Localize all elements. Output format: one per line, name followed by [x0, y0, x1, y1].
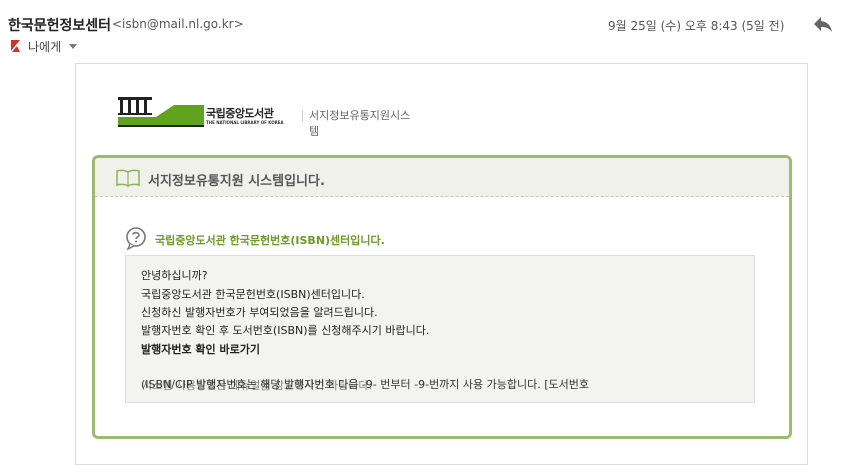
question-bubble-icon: [126, 227, 146, 250]
notice-box-title: 서지정보유통지원 시스템입니다.: [148, 174, 325, 189]
logo-korean-text: 국립중앙도서관: [206, 107, 274, 120]
logo-english-text: THE NATIONAL LIBRARY OF KOREA: [206, 120, 284, 125]
notice-box: 서지정보유통지원 시스템입니다. 국립중앙도서관 한국문헌번호(ISBN)센터입…: [92, 155, 792, 439]
email-body: 국립중앙도서관 THE NATIONAL LIBRARY OF KOREA 서지…: [75, 63, 808, 465]
notice-box-header: 서지정보유통지원 시스템입니다.: [95, 158, 789, 197]
sender-email: <isbn@mail.nl.go.kr>: [112, 17, 244, 31]
sender-name[interactable]: 한국문헌정보센터: [8, 15, 111, 35]
message-box: 안녕하십니까? 국립중앙도서관 한국문헌번호(ISBN)센터입니다. 신청하신 …: [125, 255, 755, 403]
email-date: 9월 25일 (수) 오후 8:43 (5일 전): [608, 19, 785, 33]
library-logo: 국립중앙도서관 THE NATIONAL LIBRARY OF KOREA 서지…: [116, 95, 416, 138]
reply-icon: [814, 17, 832, 32]
library-building-icon: [118, 97, 204, 127]
greeting-text: 안녕하십니까?: [141, 269, 208, 282]
message-line: 발행자번호 확인 후 도서번호(ISBN)를 신청해주시기 바랍니다.: [141, 324, 430, 337]
recipient-label: 나에게: [28, 39, 62, 54]
message-line: 국립중앙도서관 한국문헌번호(ISBN)센터입니다.: [141, 288, 365, 301]
reply-button[interactable]: [808, 11, 838, 37]
email-header: 한국문헌정보센터 <isbn@mail.nl.go.kr> 9월 25일 (수)…: [0, 0, 862, 60]
importance-marker-icon[interactable]: [10, 39, 22, 53]
message-line: 신청하신 발행자번호가 부여되었음을 알려드립니다.: [141, 306, 378, 319]
logo-divider: [302, 110, 303, 122]
recipient-row: 나에게: [10, 37, 78, 55]
message-line-overlap: 시스템 사용방법은 메뉴얼을 참고하시기 바랍니다.: [142, 379, 373, 392]
publisher-number-link[interactable]: 발행자번호 확인 바로가기: [141, 341, 260, 357]
center-title: 국립중앙도서관 한국문헌번호(ISBN)센터입니다.: [155, 234, 385, 247]
system-name: 서지정보유통지원시스템: [309, 109, 411, 138]
chevron-down-icon[interactable]: [69, 43, 78, 49]
open-book-icon: [116, 169, 140, 187]
